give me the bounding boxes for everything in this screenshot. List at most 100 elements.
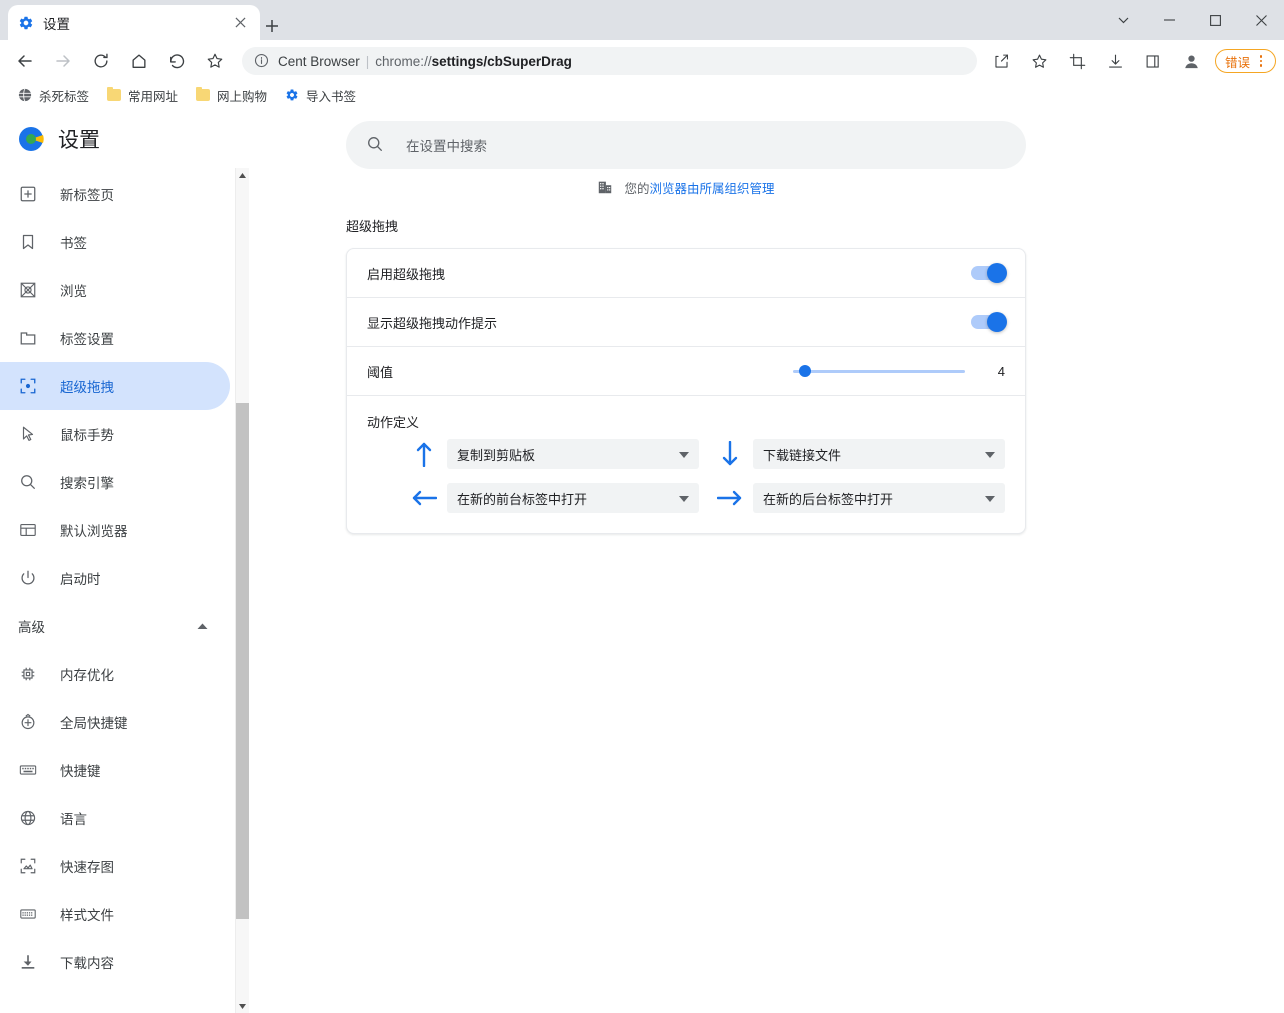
reload-icon[interactable] [86,46,116,76]
sidebar-item-tab-settings[interactable]: 标签设置 [0,314,230,362]
default-browser-icon [18,520,38,540]
scroll-up-icon[interactable] [236,168,249,182]
error-badge[interactable]: 错误 [1214,49,1276,73]
action-definitions: 动作定义 复制到剪贴板 下载链接文件 在新的前台标签中打开 在新的后台标签中打开 [347,396,1025,533]
chip-icon [18,664,38,684]
bookmark-star-icon[interactable] [200,46,230,76]
new-tab-icon [18,184,38,204]
action-up-dropdown[interactable]: 复制到剪贴板 [447,439,699,469]
search-icon [366,135,386,155]
row-label: 显示超级拖拽动作提示 [367,315,498,331]
power-icon [18,568,38,588]
enable-superdrag-toggle[interactable] [971,263,1007,283]
menu-dots-icon[interactable] [1253,52,1269,70]
sidebar-item-label: 快捷键 [60,764,101,779]
sidebar-item-superdrag[interactable]: 超级拖拽 [0,362,230,410]
arrow-left-icon [411,484,437,512]
undo-icon[interactable] [162,46,192,76]
sidebar-item-shortcuts[interactable]: 快捷键 [0,746,230,794]
sidebar-item-label: 新标签页 [60,188,114,203]
action-right: 在新的后台标签中打开 [717,483,1005,513]
row-label: 阈值 [367,364,394,380]
avatar[interactable] [1177,46,1207,76]
actions-title: 动作定义 [367,415,420,430]
search-settings-input[interactable]: 在设置中搜索 [346,121,1026,169]
sidebar-item-search-engine[interactable]: 搜索引擎 [0,458,230,506]
back-icon[interactable] [10,46,40,76]
scrollbar-thumb[interactable] [236,403,249,919]
sidebar-section-advanced[interactable]: 高级 [0,602,236,650]
address-bar-text: Cent Browser | chrome://settings/cbSuperDr… [278,54,572,69]
home-icon[interactable] [124,46,154,76]
gear-icon [18,15,34,31]
bookmark-item[interactable]: 常用网址 [99,84,185,106]
sidebar-item-label: 浏览 [60,284,87,299]
scroll-down-icon[interactable] [236,999,249,1013]
screenshot-crop-icon[interactable] [1063,46,1093,76]
address-bar[interactable]: Cent Browser | chrome://settings/cbSuperDr… [242,47,977,75]
close-icon[interactable] [230,13,250,33]
bookmarks-bar: 杀死标签 常用网址 网上购物 导入书签 [0,82,1284,108]
sidebar-item-downloads[interactable]: 下载内容 [0,938,230,986]
arrow-right-icon [717,484,743,512]
minimize-button[interactable] [1146,0,1192,40]
show-action-hint-toggle[interactable] [971,312,1007,332]
close-button[interactable] [1238,0,1284,40]
sidebar-item-label: 全局快捷键 [60,716,128,731]
sidebar-item-mouse-gestures[interactable]: 鼠标手势 [0,410,230,458]
sidebar-item-global-shortcut[interactable]: 全局快捷键 [0,698,230,746]
sidebar-item-browse[interactable]: 浏览 [0,266,230,314]
action-down-dropdown[interactable]: 下载链接文件 [753,439,1005,469]
omnibox-url-bold: settings [431,53,484,69]
new-tab-button[interactable] [258,12,286,40]
chevron-down-icon [985,445,995,463]
sidebar-item-label: 样式文件 [60,908,114,923]
share-icon[interactable] [987,46,1017,76]
tab-search-button[interactable] [1100,0,1146,40]
site-info-icon[interactable] [254,53,270,69]
side-panel-icon[interactable] [1139,46,1169,76]
bookmark-item[interactable]: 导入书签 [277,84,363,106]
row-enable-superdrag[interactable]: 启用超级拖拽 [347,249,1025,298]
building-icon [597,179,615,197]
sidebar-item-new-tab-page[interactable]: 新标签页 [0,170,230,218]
sidebar-item-bookmarks[interactable]: 书签 [0,218,230,266]
cursor-icon [18,424,38,444]
managed-notice-link[interactable]: 浏览器由所属组织管理 [650,182,775,196]
managed-notice-text: 您的浏览器由所属组织管理 [624,178,774,197]
slider-thumb[interactable] [799,365,812,377]
settings-content: 在设置中搜索 您的浏览器由所属组织管理 超级拖拽 启用超级拖拽 显示超级拖拽动作… [249,108,1284,1013]
sidebar-item-memory-optimization[interactable]: 内存优化 [0,650,230,698]
globe-icon [17,87,33,103]
settings-brand[interactable]: 设置 [0,108,236,170]
sidebar-item-style-file[interactable]: 样式文件 [0,890,230,938]
tab-settings-icon [18,328,38,348]
action-left-dropdown[interactable]: 在新的前台标签中打开 [447,483,699,513]
sidebar-item-default-browser[interactable]: 默认浏览器 [0,506,230,554]
bookmark-item[interactable]: 网上购物 [188,84,274,106]
browser-toolbar: Cent Browser | chrome://settings/cbSuperDr… [0,40,1284,82]
managed-notice-prefix: 您的 [624,182,650,196]
forward-icon[interactable] [48,46,78,76]
threshold-slider[interactable] [793,365,965,377]
row-show-action-hint[interactable]: 显示超级拖拽动作提示 [347,298,1025,347]
style-file-icon [18,904,38,924]
bookmark-label: 杀死标签 [39,89,90,104]
maximize-button[interactable] [1192,0,1238,40]
bookmark-label: 导入书签 [306,89,357,104]
bookmark-item[interactable]: 杀死标签 [10,84,96,106]
chevron-down-icon [985,489,995,507]
sidebar-item-language[interactable]: 语言 [0,794,230,842]
sidebar-scrollbar[interactable] [235,168,249,1013]
browser-tab[interactable]: 设置 [8,5,260,40]
browser-window: 设置 Cent Browser | chrome://settings/cbSu… [0,0,1284,1013]
sidebar-item-quick-save-image[interactable]: 快速存图 [0,842,230,890]
sidebar-nav: 新标签页 书签 浏览 标签设置 超级拖拽 鼠标手势 搜索引擎 默认浏览器 启动时… [0,170,236,986]
bookmark-this-page-icon[interactable] [1025,46,1055,76]
download-icon[interactable] [1101,46,1131,76]
sidebar-item-on-startup[interactable]: 启动时 [0,554,230,602]
sidebar-item-label: 标签设置 [60,332,114,347]
folder-icon [106,86,122,103]
action-right-dropdown[interactable]: 在新的后台标签中打开 [753,483,1005,513]
actions-grid: 复制到剪贴板 下载链接文件 在新的前台标签中打开 在新的后台标签中打开 [367,439,1005,513]
